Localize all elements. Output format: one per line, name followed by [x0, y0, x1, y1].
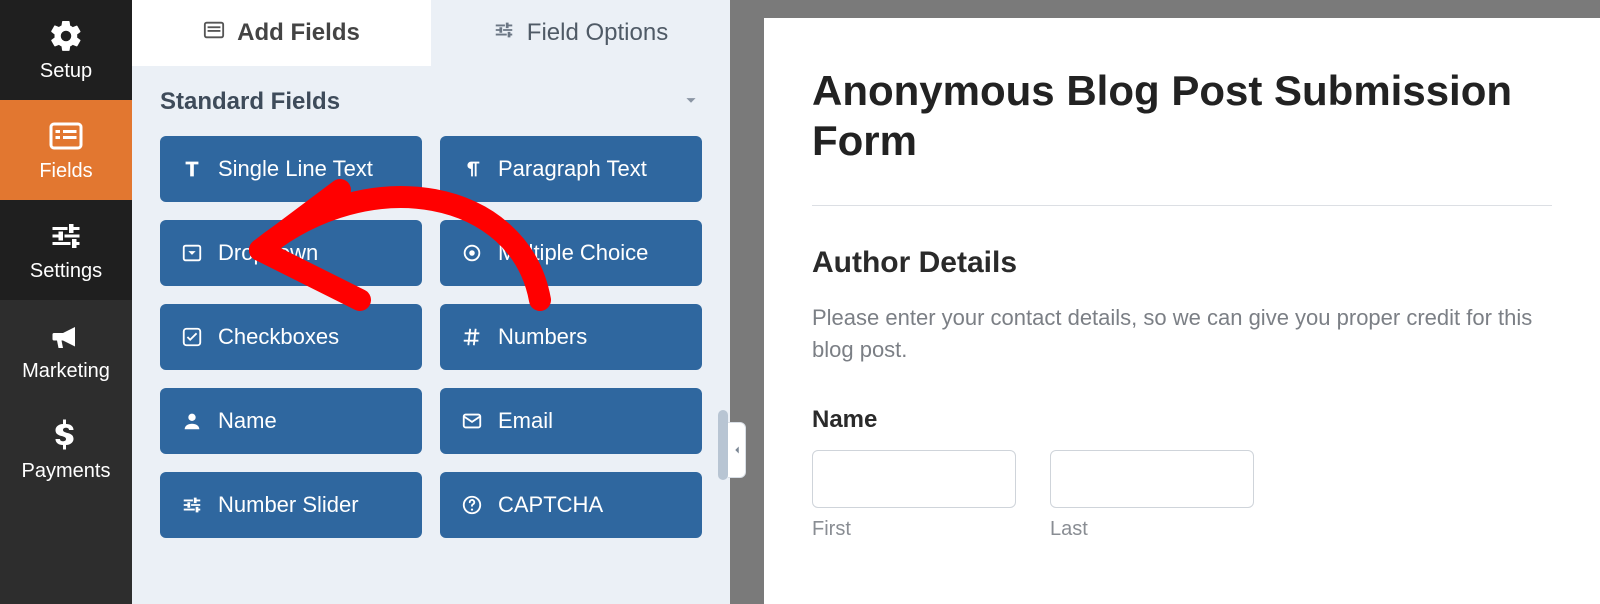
field-label: Single Line Text — [218, 156, 373, 182]
tab-add-fields[interactable]: Add Fields — [132, 0, 431, 66]
bullhorn-icon — [48, 318, 84, 354]
field-label: Checkboxes — [218, 324, 339, 350]
field-label: Number Slider — [218, 492, 359, 518]
section-title: Standard Fields — [160, 88, 340, 116]
field-label: Paragraph Text — [498, 156, 647, 182]
sliders-icon — [180, 493, 204, 517]
sidebar-item-label: Fields — [39, 160, 92, 183]
divider — [812, 205, 1552, 206]
field-single-line-text[interactable]: Single Line Text — [160, 136, 422, 202]
panel-tabs: Add Fields Field Options — [132, 0, 730, 66]
sidebar-item-setup[interactable]: Setup — [0, 0, 132, 100]
sidebar-item-label: Settings — [30, 260, 102, 283]
scrollbar-thumb[interactable] — [718, 410, 728, 480]
main-sidebar: Setup Fields Settings Marketing Payments — [0, 0, 132, 604]
collapse-panel-button[interactable] — [728, 422, 746, 478]
field-checkboxes[interactable]: Checkboxes — [160, 304, 422, 370]
field-label: Name — [218, 408, 277, 434]
paragraph-icon — [460, 157, 484, 181]
name-field-row: First Last — [812, 450, 1552, 541]
field-paragraph-text[interactable]: Paragraph Text — [440, 136, 702, 202]
gear-icon — [48, 18, 84, 54]
field-name[interactable]: Name — [160, 388, 422, 454]
field-captcha[interactable]: CAPTCHA — [440, 472, 702, 538]
form-preview-page[interactable]: Anonymous Blog Post Submission Form Auth… — [764, 18, 1600, 604]
form-title: Anonymous Blog Post Submission Form — [812, 66, 1532, 167]
form-preview-area: Anonymous Blog Post Submission Form Auth… — [730, 0, 1600, 604]
sidebar-item-label: Payments — [22, 460, 111, 483]
envelope-icon — [460, 409, 484, 433]
field-label: Multiple Choice — [498, 240, 648, 266]
first-name-input[interactable] — [812, 450, 1016, 508]
dollar-icon — [48, 418, 84, 454]
field-numbers[interactable]: Numbers — [440, 304, 702, 370]
field-dropdown[interactable]: Dropdown — [160, 220, 422, 286]
radio-icon — [460, 241, 484, 265]
sidebar-item-label: Marketing — [22, 360, 110, 383]
section-description: Please enter your contact details, so we… — [812, 302, 1552, 366]
tab-field-options[interactable]: Field Options — [431, 0, 730, 66]
checkbox-icon — [180, 325, 204, 349]
sidebar-item-fields[interactable]: Fields — [0, 100, 132, 200]
section-heading: Author Details — [812, 246, 1552, 280]
sidebar-item-settings[interactable]: Settings — [0, 200, 132, 300]
name-label: Name — [812, 406, 1552, 434]
form-icon — [203, 19, 225, 48]
field-grid: Single Line Text Paragraph Text Dropdown… — [160, 136, 702, 538]
field-label: Email — [498, 408, 553, 434]
field-email[interactable]: Email — [440, 388, 702, 454]
sidebar-item-marketing[interactable]: Marketing — [0, 300, 132, 400]
sliders-icon — [493, 19, 515, 48]
tab-label: Add Fields — [237, 19, 360, 47]
sidebar-item-label: Setup — [40, 60, 92, 83]
dropdown-icon — [180, 241, 204, 265]
field-label: Dropdown — [218, 240, 318, 266]
field-number-slider[interactable]: Number Slider — [160, 472, 422, 538]
sliders-icon — [48, 218, 84, 254]
field-label: Numbers — [498, 324, 587, 350]
first-name-sublabel: First — [812, 518, 1016, 541]
fields-panel: Add Fields Field Options Standard Fields… — [132, 0, 730, 604]
last-name-sublabel: Last — [1050, 518, 1254, 541]
field-label: CAPTCHA — [498, 492, 603, 518]
list-icon — [48, 118, 84, 154]
sidebar-item-payments[interactable]: Payments — [0, 400, 132, 500]
field-multiple-choice[interactable]: Multiple Choice — [440, 220, 702, 286]
section-header-standard-fields[interactable]: Standard Fields — [160, 88, 702, 116]
text-icon — [180, 157, 204, 181]
hash-icon — [460, 325, 484, 349]
tab-label: Field Options — [527, 19, 668, 47]
last-name-input[interactable] — [1050, 450, 1254, 508]
user-icon — [180, 409, 204, 433]
chevron-down-icon — [680, 89, 702, 116]
question-icon — [460, 493, 484, 517]
